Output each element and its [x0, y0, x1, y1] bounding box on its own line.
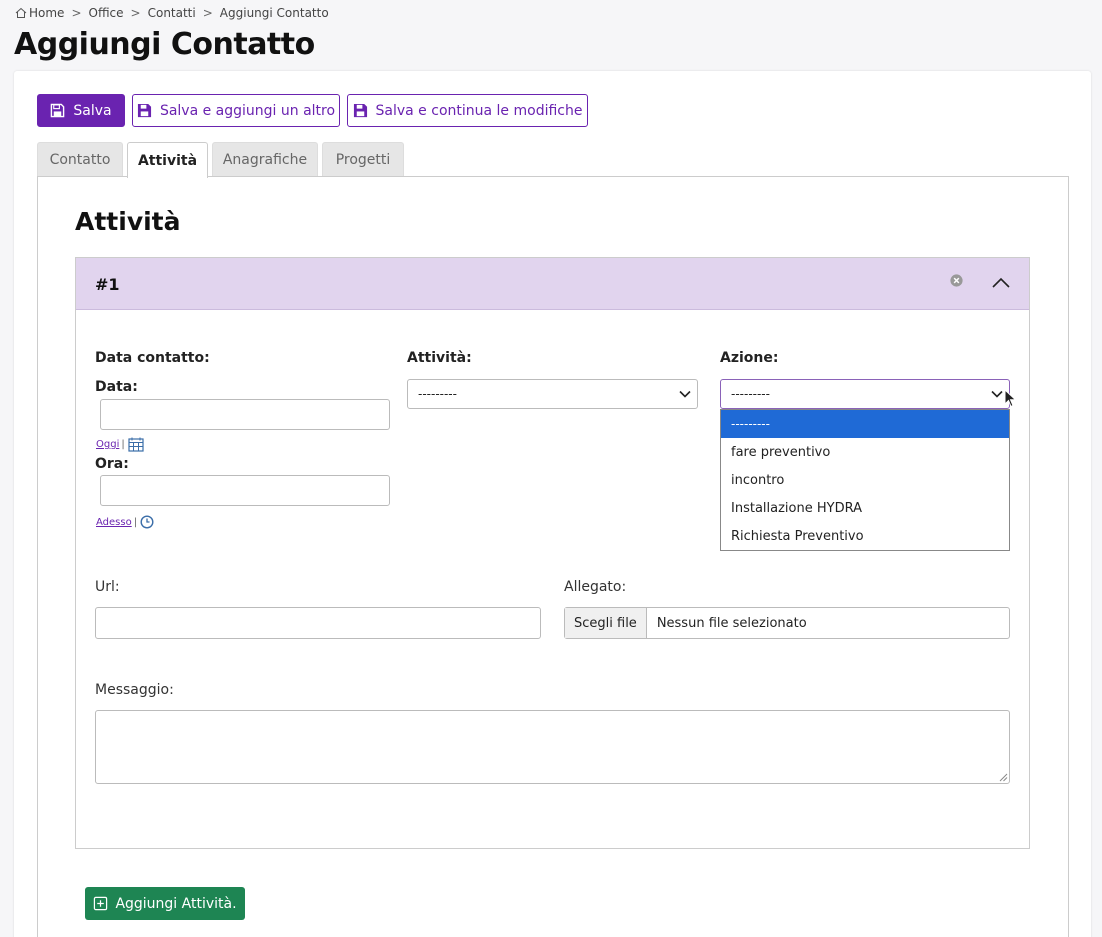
- chevron-up-icon[interactable]: [991, 276, 1011, 290]
- inline-form-number: #1: [95, 275, 120, 294]
- delete-icon[interactable]: [949, 273, 964, 288]
- breadcrumb-separator: >: [202, 6, 213, 20]
- shortcut-separator: |: [121, 439, 125, 450]
- allegato-label: Allegato:: [564, 579, 627, 595]
- save-and-continue-label: Salva e continua le modifiche: [375, 102, 583, 119]
- tab-contatto[interactable]: Contatto: [37, 142, 123, 177]
- plus-square-icon: [94, 896, 108, 911]
- data-label: Data:: [95, 379, 138, 395]
- messaggio-label: Messaggio:: [95, 682, 174, 698]
- add-activity-label: Aggiungi Attività.: [115, 895, 237, 912]
- ora-label: Ora:: [95, 456, 129, 472]
- save-and-add-label: Salva e aggiungi un altro: [159, 102, 336, 119]
- today-link[interactable]: Oggi: [96, 439, 119, 450]
- dropdown-option[interactable]: incontro: [721, 466, 1009, 494]
- message-textarea[interactable]: [95, 710, 1010, 784]
- date-shortcuts: Oggi |: [96, 437, 144, 452]
- save-and-continue-button[interactable]: Salva e continua le modifiche: [347, 94, 588, 127]
- breadcrumb-office[interactable]: Office: [89, 6, 124, 20]
- azione-label: Azione:: [720, 350, 779, 366]
- time-input[interactable]: [100, 475, 390, 506]
- data-contatto-label: Data contatto:: [95, 350, 210, 366]
- floppy-disk-icon: [51, 103, 65, 118]
- dropdown-option[interactable]: Richiesta Preventivo: [721, 522, 1009, 550]
- breadcrumb-separator: >: [71, 6, 82, 20]
- breadcrumb-home[interactable]: Home: [29, 6, 64, 20]
- mouse-cursor-icon: [1004, 389, 1017, 408]
- time-shortcuts: Adesso |: [96, 515, 154, 529]
- url-input[interactable]: [95, 607, 541, 639]
- dropdown-option[interactable]: fare preventivo: [721, 438, 1009, 466]
- azione-select[interactable]: ---------: [720, 379, 1010, 409]
- clock-icon[interactable]: [140, 515, 154, 529]
- breadcrumb-current: Aggiungi Contatto: [219, 6, 329, 20]
- section-title: Attività: [75, 207, 181, 236]
- page-title: Aggiungi Contatto: [14, 27, 315, 62]
- breadcrumb: Home > Office > Contatti > Aggiungi Cont…: [15, 5, 329, 21]
- azione-select-value: ---------: [731, 387, 770, 401]
- tab-anagrafiche[interactable]: Anagrafiche: [212, 142, 318, 177]
- home-icon: [15, 7, 27, 18]
- tab-attivita[interactable]: Attività: [127, 142, 208, 178]
- resize-grip-icon[interactable]: [998, 772, 1008, 782]
- shortcut-separator: |: [133, 516, 138, 528]
- save-button-label: Salva: [73, 102, 112, 119]
- floppy-disk-icon: [137, 103, 151, 118]
- azione-dropdown-list: --------- fare preventivo incontro Insta…: [720, 409, 1010, 551]
- date-input[interactable]: [100, 399, 390, 430]
- attivita-label: Attività:: [407, 350, 472, 366]
- attivita-select[interactable]: ---------: [407, 379, 698, 409]
- breadcrumb-separator: >: [130, 6, 141, 20]
- dropdown-option[interactable]: ---------: [721, 410, 1009, 438]
- add-activity-button[interactable]: Aggiungi Attività.: [85, 887, 245, 920]
- attivita-select-value: ---------: [418, 387, 457, 401]
- floppy-disk-icon: [353, 103, 367, 118]
- chevron-down-icon: [991, 390, 1003, 398]
- file-input[interactable]: Scegli file Nessun file selezionato: [564, 607, 1010, 639]
- inline-form-header[interactable]: [76, 258, 1029, 310]
- url-label: Url:: [95, 579, 120, 595]
- choose-file-button[interactable]: Scegli file: [565, 608, 647, 638]
- chevron-down-icon: [679, 390, 691, 398]
- file-status: Nessun file selezionato: [656, 615, 807, 631]
- save-button[interactable]: Salva: [37, 94, 125, 127]
- breadcrumb-contatti[interactable]: Contatti: [148, 6, 196, 20]
- tab-progetti[interactable]: Progetti: [322, 142, 404, 177]
- now-link[interactable]: Adesso: [96, 517, 132, 528]
- calendar-icon[interactable]: [128, 437, 144, 452]
- save-and-add-button[interactable]: Salva e aggiungi un altro: [132, 94, 340, 127]
- dropdown-option[interactable]: Installazione HYDRA: [721, 494, 1009, 522]
